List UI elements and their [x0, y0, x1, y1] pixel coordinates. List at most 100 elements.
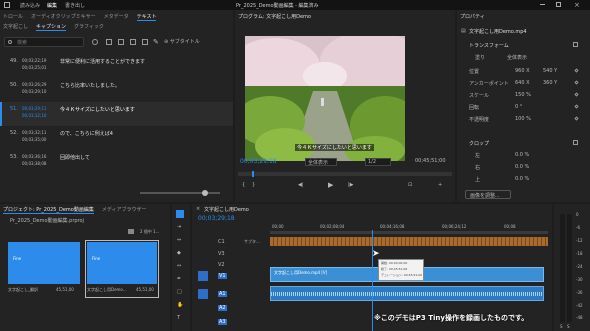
- keyframe-icon[interactable]: [574, 116, 579, 121]
- menu-export[interactable]: 書き出し: [65, 2, 85, 9]
- row-value[interactable]: 360 Y: [543, 80, 557, 86]
- tab-media-browser[interactable]: メディアブラウザー: [102, 206, 147, 213]
- tab-effect-controls[interactable]: トロール: [3, 13, 23, 20]
- crop-row-value[interactable]: 0.0 %: [515, 176, 529, 182]
- menu-import[interactable]: 読み込み: [20, 2, 40, 9]
- split-icon[interactable]: [142, 39, 148, 45]
- scale-dropdown[interactable]: 1/2: [365, 158, 391, 166]
- track-c1[interactable]: C1: [218, 239, 225, 245]
- playhead-marker[interactable]: [252, 171, 254, 177]
- search-box[interactable]: 検索: [4, 37, 84, 47]
- step-forward-icon[interactable]: |▶: [348, 182, 354, 188]
- slip-icon[interactable]: ↔: [177, 263, 181, 269]
- play-icon[interactable]: ▶: [328, 181, 333, 189]
- keyframe-icon[interactable]: [574, 80, 579, 85]
- tab-audio-clip-mixer[interactable]: オーディオクリップミキサー: [31, 13, 96, 20]
- timeline-close-icon[interactable]: ×: [196, 206, 200, 212]
- selection-tool-icon[interactable]: [176, 210, 184, 218]
- zoom-slider[interactable]: [140, 190, 220, 196]
- audio-clip[interactable]: [270, 286, 544, 301]
- add-button-icon[interactable]: +: [438, 182, 442, 188]
- fit-dropdown[interactable]: 全体表示: [305, 158, 337, 166]
- track-v1[interactable]: V1: [218, 273, 227, 279]
- track-select-icon[interactable]: ⇥: [177, 224, 181, 230]
- add-caption-icon[interactable]: [92, 39, 98, 45]
- subtab-transcript[interactable]: 文字起こし: [3, 23, 28, 30]
- adjust-image-button[interactable]: 画像を調整...: [465, 190, 511, 199]
- subtab-graphics[interactable]: グラフィック: [74, 23, 104, 30]
- caption-clips[interactable]: [270, 237, 548, 246]
- crop-row-value[interactable]: 0.0 %: [515, 164, 529, 170]
- list-item-selected[interactable]: 51. 00;03;29;11 00;03;32;10 今４Ｋサイズにしたいと思…: [0, 102, 233, 126]
- meter-tick: -6: [576, 225, 580, 230]
- keyframe-icon[interactable]: [574, 104, 579, 109]
- zoom-slider-handle[interactable]: [202, 190, 208, 196]
- solo-right-button[interactable]: S: [567, 324, 570, 329]
- hand-icon[interactable]: ✋: [177, 302, 183, 308]
- home-icon[interactable]: [4, 2, 10, 8]
- crop-row-value[interactable]: 0.0 %: [515, 152, 529, 158]
- subtab-captions[interactable]: キャプション: [36, 23, 67, 31]
- demo-watermark: ※このデモはP3 Tiny操作を録画したものです。: [374, 314, 529, 322]
- merge-icon[interactable]: [130, 39, 136, 45]
- track-a3[interactable]: A3: [218, 319, 227, 325]
- list-item[interactable]: 52. 00;03;32;11 00;03;35;00 ので、こちらに例えば4: [0, 126, 233, 150]
- track-v2[interactable]: V2: [218, 262, 225, 268]
- move-down-icon[interactable]: [118, 39, 124, 45]
- left-panel-subtabs: 文字起こし キャプション グラフィック: [0, 22, 233, 31]
- track-v3[interactable]: V3: [218, 251, 225, 257]
- playhead-bar[interactable]: [238, 171, 452, 177]
- meter-tick: -24: [576, 264, 583, 269]
- program-timecode[interactable]: 00;03;29;18: [240, 158, 277, 165]
- row-value[interactable]: 150 %: [515, 92, 531, 98]
- ripple-edit-icon[interactable]: ⇔: [177, 237, 181, 243]
- export-frame-icon[interactable]: ⊡: [408, 182, 412, 188]
- move-up-icon[interactable]: [106, 39, 112, 45]
- timeline-playhead[interactable]: [372, 230, 373, 331]
- project-item-selected[interactable]: Fine 文字起こし用Demo... 45,51,00: [85, 240, 159, 298]
- timeline-ruler[interactable]: [270, 231, 548, 234]
- list-item[interactable]: 50. 00;03;26;29 00;03;29;10 こちら比率いたしました。: [0, 78, 233, 102]
- tab-metadata[interactable]: メタデータ: [104, 13, 129, 20]
- razor-icon[interactable]: ◆: [177, 250, 181, 256]
- list-item[interactable]: 53. 00;03;36;16 00;03;38;08 回即他出して: [0, 150, 233, 174]
- tab-text[interactable]: テキスト: [136, 13, 157, 21]
- rectangle-icon[interactable]: □: [177, 289, 182, 295]
- row-value[interactable]: 540 Y: [543, 68, 557, 74]
- keyframe-icon[interactable]: [574, 92, 579, 97]
- tab-project[interactable]: プロジェクト: Pr_2025_Demo動画編集: [3, 206, 94, 214]
- project-item[interactable]: Fine 文字起こし_翻訳 45,51,00: [8, 242, 80, 297]
- row-value[interactable]: 0 °: [515, 104, 522, 110]
- mark-out-icon[interactable]: }: [252, 182, 255, 188]
- pencil-icon[interactable]: ✎: [153, 38, 159, 46]
- folder-icon[interactable]: [128, 229, 134, 234]
- caption-button[interactable]: ⊕ サブタイトル: [164, 38, 200, 45]
- type-icon[interactable]: T: [177, 315, 180, 321]
- item-name: 文字起こし用Demo...: [87, 287, 127, 292]
- adjust-image-label: 画像を調整...: [470, 193, 500, 199]
- minimize-icon[interactable]: [540, 4, 545, 5]
- timeline-timecode[interactable]: 00;03;29;18: [198, 215, 235, 222]
- mark-in-icon[interactable]: {: [242, 182, 245, 188]
- row-value[interactable]: 640 X: [515, 80, 530, 86]
- transform-reset-icon[interactable]: [573, 42, 578, 47]
- row-label: 回転: [469, 105, 480, 111]
- timeline-tab[interactable]: 文字起こし用Demo: [204, 206, 249, 213]
- menu-edit[interactable]: 編集: [47, 2, 57, 9]
- step-back-icon[interactable]: ◀|: [298, 182, 304, 188]
- row-value[interactable]: 960 X: [515, 68, 530, 74]
- keyframe-icon[interactable]: [574, 68, 579, 73]
- track-a1-target[interactable]: [198, 289, 208, 299]
- row-value[interactable]: 100 %: [515, 116, 531, 122]
- caption-track-label: サブタ...: [244, 239, 260, 244]
- crop-reset-icon[interactable]: [573, 140, 578, 145]
- maximize-icon[interactable]: [556, 2, 561, 7]
- track-a1[interactable]: A1: [218, 291, 227, 297]
- list-item[interactable]: 49. 00;03;22;19 00;03;25;01 非常に便利に活用すること…: [0, 54, 233, 78]
- track-a2[interactable]: A2: [218, 305, 227, 311]
- close-icon[interactable]: ×: [574, 1, 580, 9]
- meter-tick: -12: [576, 238, 583, 243]
- solo-left-button[interactable]: S: [560, 324, 563, 329]
- pen-icon[interactable]: ✒: [177, 276, 181, 282]
- track-v1-target[interactable]: [198, 271, 208, 281]
